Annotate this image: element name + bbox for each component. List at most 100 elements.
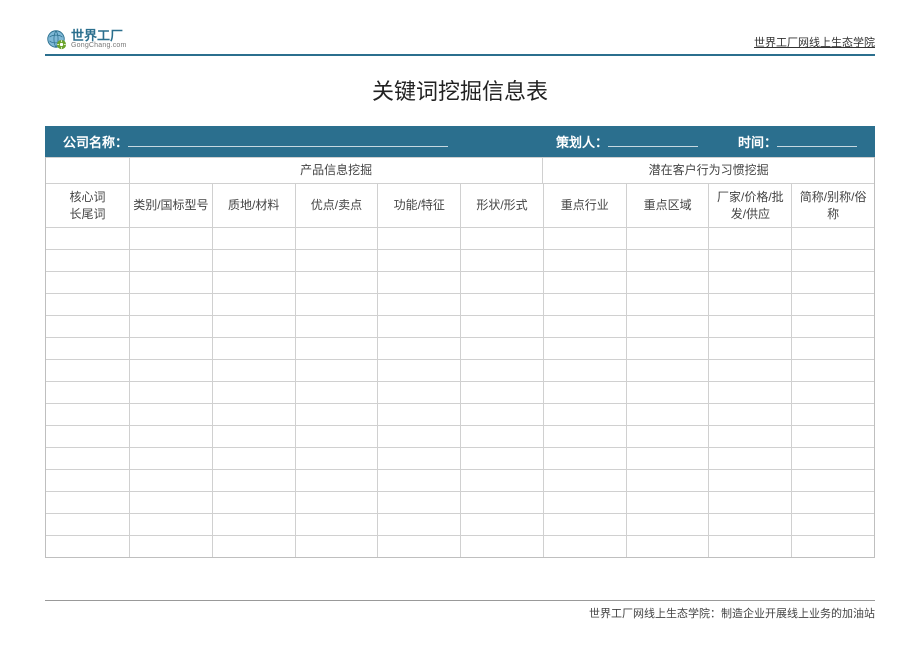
table-row (46, 381, 874, 403)
data-cell (296, 316, 379, 337)
table-row (46, 491, 874, 513)
data-cell (709, 360, 792, 381)
data-cell (709, 272, 792, 293)
data-cell (709, 250, 792, 271)
data-cell (378, 250, 461, 271)
data-cell (130, 514, 213, 535)
col-header-7: 厂家/价格/批发/供应 (709, 184, 792, 227)
row-label-cell (46, 316, 130, 337)
data-cell (544, 360, 627, 381)
table-row (46, 315, 874, 337)
data-cell (792, 360, 874, 381)
planner-field: 策划人： (556, 132, 698, 151)
data-cell (461, 316, 544, 337)
data-cell (792, 426, 874, 447)
data-cell (792, 382, 874, 403)
data-cell (461, 382, 544, 403)
data-cell (378, 492, 461, 513)
data-cell (296, 338, 379, 359)
data-cell (544, 316, 627, 337)
data-cell (461, 426, 544, 447)
data-cell (461, 360, 544, 381)
data-cell (544, 272, 627, 293)
page-title: 关键词挖掘信息表 (45, 74, 875, 106)
company-field: 公司名称： (63, 132, 448, 151)
data-cell (709, 448, 792, 469)
data-cell (378, 360, 461, 381)
data-cell (627, 404, 710, 425)
table-row (46, 359, 874, 381)
table-row (46, 293, 874, 315)
logo: 世界工厂 GongChang.com (45, 28, 127, 50)
data-cell (792, 250, 874, 271)
logo-text-en: GongChang.com (71, 42, 127, 49)
data-cell (544, 338, 627, 359)
data-cell (130, 426, 213, 447)
data-cell (378, 470, 461, 491)
row-label-cell (46, 228, 130, 249)
row-label-cell (46, 272, 130, 293)
data-cell (213, 492, 296, 513)
data-cell (130, 294, 213, 315)
data-cell (709, 514, 792, 535)
data-cell (544, 470, 627, 491)
row-label-cell (46, 382, 130, 403)
data-cell (213, 338, 296, 359)
data-cell (709, 404, 792, 425)
data-cell (296, 536, 379, 557)
row-label-cell (46, 492, 130, 513)
data-cell (296, 448, 379, 469)
data-cell (709, 492, 792, 513)
data-cell (378, 316, 461, 337)
data-cell (461, 448, 544, 469)
data-cell (130, 316, 213, 337)
table-row (46, 249, 874, 271)
data-cell (792, 448, 874, 469)
data-cell (213, 382, 296, 403)
page-footer: 世界工厂网线上生态学院：制造企业开展线上业务的加油站 (45, 600, 875, 621)
data-cell (130, 250, 213, 271)
data-cell (378, 426, 461, 447)
col-header-3: 功能/特征 (378, 184, 461, 227)
data-cell (378, 514, 461, 535)
data-cell (461, 250, 544, 271)
row-label-cell (46, 448, 130, 469)
data-cell (461, 470, 544, 491)
data-cell (544, 426, 627, 447)
data-cell (213, 470, 296, 491)
data-cell (213, 294, 296, 315)
col-header-5: 重点行业 (544, 184, 627, 227)
data-cell (296, 404, 379, 425)
table-row (46, 425, 874, 447)
data-cell (544, 294, 627, 315)
data-cell (544, 514, 627, 535)
data-cell (792, 294, 874, 315)
data-cell (544, 382, 627, 403)
data-cell (627, 250, 710, 271)
data-cell (296, 382, 379, 403)
data-cell (544, 228, 627, 249)
col-header-6: 重点区域 (627, 184, 710, 227)
header-right-link: 世界工厂网线上生态学院 (754, 34, 875, 50)
planner-blank (608, 134, 698, 147)
table-row (46, 227, 874, 249)
col-header-0: 类别/国标型号 (130, 184, 213, 227)
data-cell (461, 536, 544, 557)
data-cell (461, 492, 544, 513)
data-cell (709, 316, 792, 337)
data-cell (130, 382, 213, 403)
data-cell (627, 360, 710, 381)
table-row (46, 535, 874, 557)
data-cell (627, 272, 710, 293)
data-cell (627, 316, 710, 337)
row-label-cell (46, 338, 130, 359)
data-cell (544, 404, 627, 425)
data-cell (627, 470, 710, 491)
data-cell (296, 294, 379, 315)
data-cell (709, 536, 792, 557)
row-label-cell (46, 404, 130, 425)
table-row (46, 513, 874, 535)
data-cell (378, 294, 461, 315)
row-label-cell (46, 514, 130, 535)
core-word-label: 核心词 (69, 189, 105, 206)
